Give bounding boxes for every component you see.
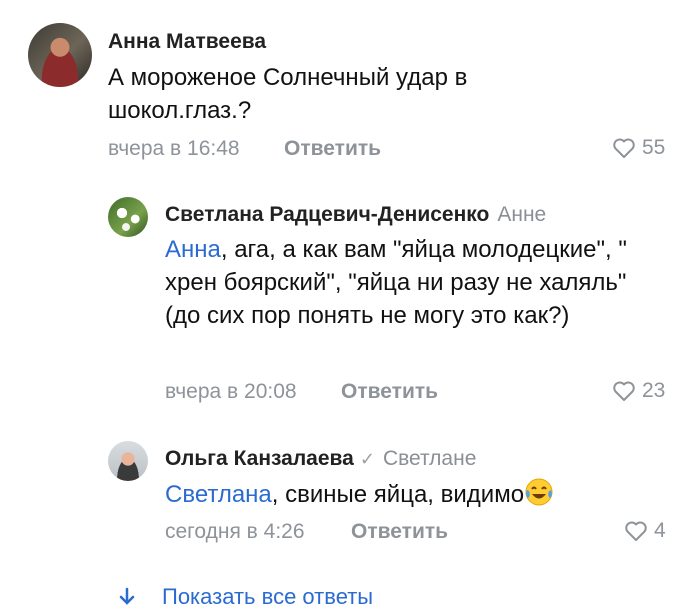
- comment-text: А мороженое Солнечный удар в шокол.глаз.…: [108, 64, 468, 124]
- like-button[interactable]: 55: [612, 136, 665, 160]
- author-name[interactable]: Ольга Канзалаева: [165, 447, 354, 470]
- reply-button[interactable]: Ответить: [284, 137, 381, 161]
- comment-time: вчера в 16:48: [108, 137, 240, 160]
- verified-icon: ✓: [359, 449, 375, 469]
- like-count: 55: [642, 136, 666, 159]
- avatar[interactable]: [108, 441, 148, 481]
- like-count: 4: [654, 519, 666, 542]
- heart-icon: [613, 138, 635, 158]
- heart-icon: [625, 521, 647, 541]
- show-all-replies-button[interactable]: Показать все ответы: [118, 584, 373, 610]
- reply-to[interactable]: Анне: [497, 203, 546, 226]
- comment-body: , ага, а как вам "яйца молодецкие", " хр…: [165, 236, 627, 329]
- tears-of-joy-emoji: [525, 478, 553, 506]
- reply-button[interactable]: Ответить: [351, 520, 448, 544]
- comment-body: , свиные яйца, видимо: [271, 481, 525, 508]
- heart-icon: [613, 381, 635, 401]
- mention-link[interactable]: Светлана: [165, 481, 272, 508]
- mention-link[interactable]: Анна: [165, 236, 221, 263]
- comment-author[interactable]: Светлана Радцевич-Денисенко Анне: [165, 203, 546, 227]
- comment-text: Анна, ага, а как вам "яйца молодецкие", …: [165, 233, 645, 332]
- avatar[interactable]: [28, 23, 92, 87]
- avatar[interactable]: [108, 197, 148, 237]
- reply-to[interactable]: Светлане: [383, 447, 476, 470]
- comment-time: вчера в 20:08: [165, 380, 297, 403]
- comment-text: Светлана, свиные яйца, видимо: [165, 477, 645, 511]
- like-count: 23: [642, 379, 666, 402]
- comment-time: сегодня в 4:26: [165, 520, 305, 543]
- reply-button[interactable]: Ответить: [341, 380, 438, 404]
- like-button[interactable]: 23: [612, 379, 665, 403]
- arrow-down-icon: [119, 587, 135, 605]
- show-all-label[interactable]: Показать все ответы: [162, 584, 373, 610]
- author-name[interactable]: Светлана Радцевич-Денисенко: [165, 203, 489, 226]
- like-button[interactable]: 4: [624, 519, 666, 543]
- comment-author[interactable]: Анна Матвеева: [108, 30, 266, 54]
- comment-author[interactable]: Ольга Канзалаева ✓ Светлане: [165, 447, 476, 471]
